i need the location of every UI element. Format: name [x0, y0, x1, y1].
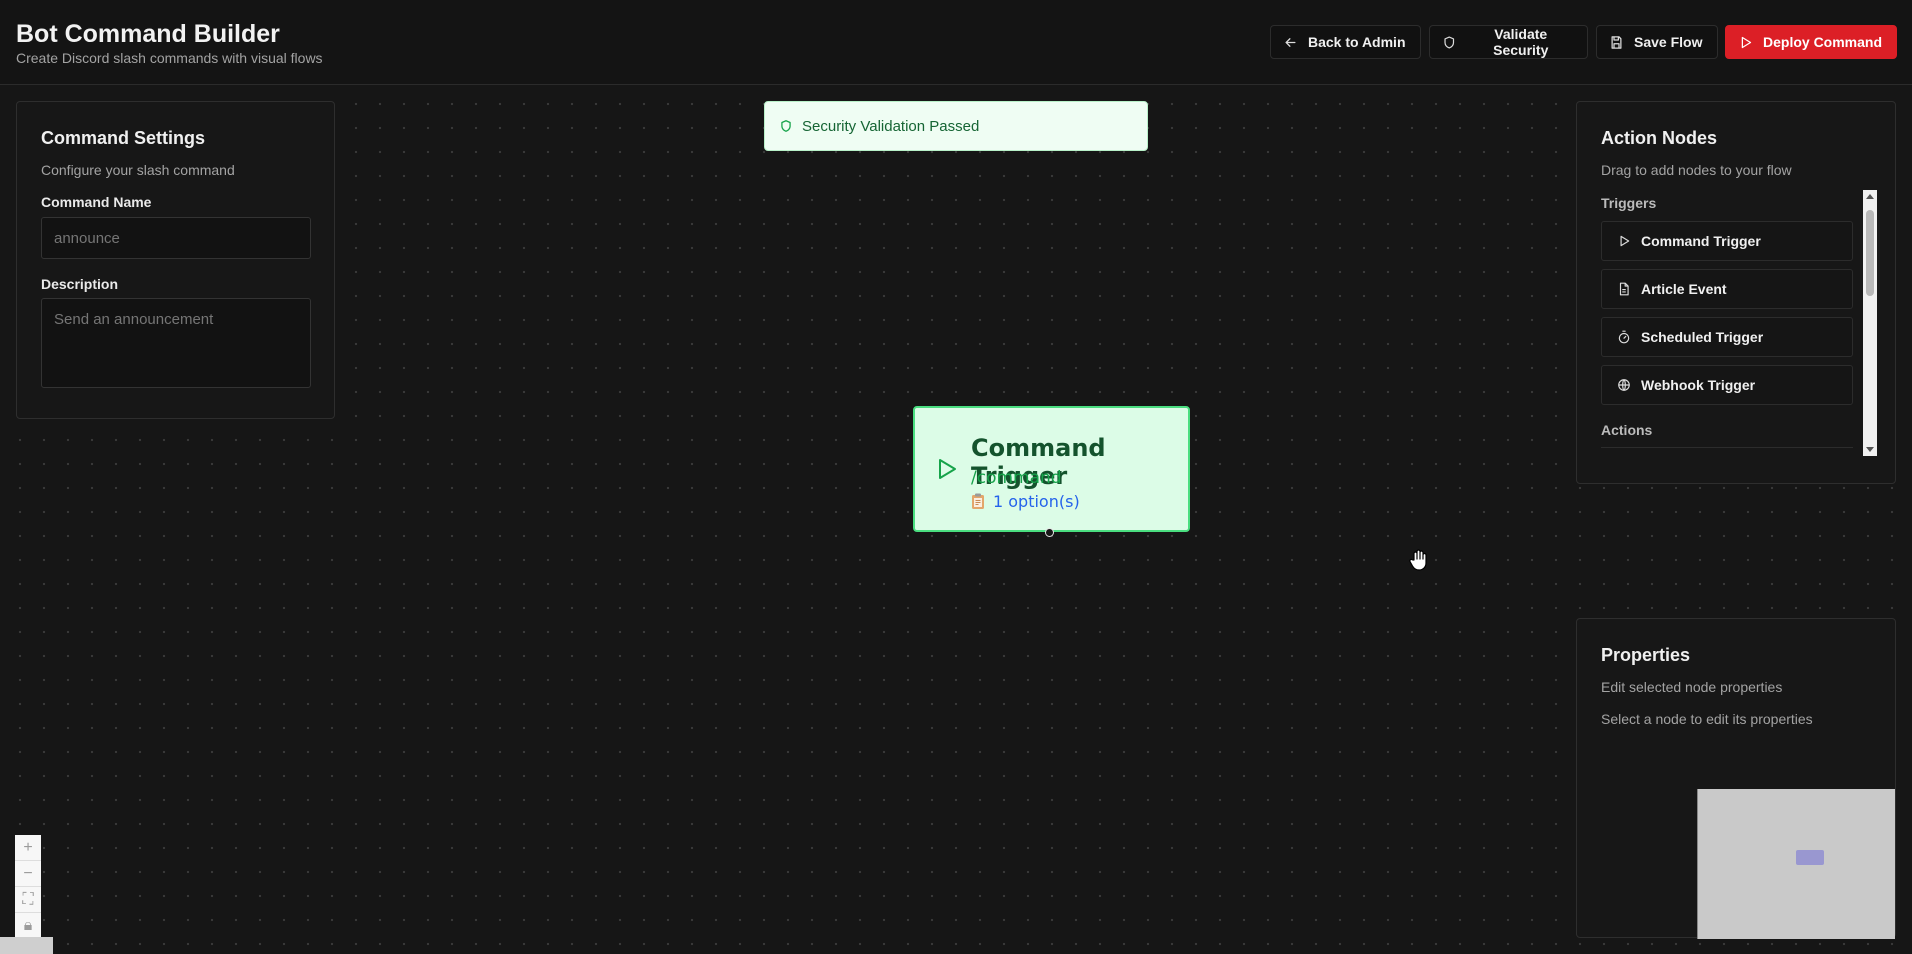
save-flow-label: Save Flow [1634, 34, 1703, 50]
zoom-out-icon[interactable]: − [15, 861, 41, 887]
back-to-admin-button[interactable]: Back to Admin [1270, 25, 1421, 59]
clipboard-icon [972, 493, 984, 509]
deploy-command-button[interactable]: Deploy Command [1725, 25, 1897, 59]
command-settings-subtitle: Configure your slash command [41, 162, 235, 178]
palette-item-command-trigger[interactable]: Command Trigger [1601, 221, 1853, 261]
deploy-command-label: Deploy Command [1763, 34, 1883, 50]
minimap[interactable] [1697, 789, 1895, 939]
shield-check-icon [781, 120, 791, 132]
zoom-in-icon[interactable]: + [15, 835, 41, 861]
play-icon [1741, 36, 1752, 48]
fit-view-icon[interactable]: ⛶ [15, 887, 41, 913]
page-subtitle: Create Discord slash commands with visua… [16, 50, 323, 66]
properties-subtitle: Edit selected node properties [1601, 679, 1783, 695]
validate-security-label: Validate Security [1493, 26, 1549, 58]
save-icon [1611, 35, 1622, 49]
palette-item-article-event[interactable]: Article Event [1601, 269, 1853, 309]
lock-icon[interactable]: 🔒︎ [15, 913, 41, 939]
palette-item-scheduled-trigger[interactable]: Scheduled Trigger [1601, 317, 1853, 357]
arrow-left-icon [1285, 37, 1296, 47]
minimap-node [1796, 850, 1824, 865]
actions-group-label: Actions [1601, 422, 1653, 438]
command-name-label: Command Name [41, 194, 152, 210]
description-input[interactable] [41, 298, 311, 388]
node-command: /command [971, 468, 1062, 488]
grab-cursor-icon [1409, 549, 1427, 571]
attribution-badge [0, 937, 53, 954]
palette-item-label: Scheduled Trigger [1641, 329, 1764, 345]
command-trigger-node[interactable]: Command Trigger /command 1 option(s) [913, 406, 1190, 532]
toast-message: Security Validation Passed [802, 117, 980, 135]
play-icon [1620, 235, 1630, 247]
palette-item-webhook-trigger[interactable]: Webhook Trigger [1601, 365, 1853, 405]
palette-item-label: Command Trigger [1641, 233, 1761, 249]
validate-security-button[interactable]: Validate Security [1429, 25, 1588, 59]
save-flow-button[interactable]: Save Flow [1596, 25, 1718, 59]
triggers-group-label: Triggers [1601, 195, 1657, 211]
shield-icon [1444, 35, 1455, 49]
action-nodes-title: Action Nodes [1601, 128, 1718, 148]
app-header: Bot Command Builder Create Discord slash… [0, 0, 1912, 85]
properties-title: Properties [1601, 645, 1691, 665]
timer-icon [1618, 330, 1630, 344]
node-options: 1 option(s) [971, 492, 1080, 511]
security-validation-toast: Security Validation Passed [764, 101, 1148, 151]
divider [1601, 447, 1853, 448]
action-nodes-panel: Action Nodes Drag to add nodes to your f… [1576, 101, 1896, 484]
palette-item-label: Article Event [1641, 281, 1727, 297]
properties-empty-message: Select a node to edit its properties [1601, 711, 1813, 727]
palette-item-label: Webhook Trigger [1641, 377, 1756, 393]
action-nodes-subtitle: Drag to add nodes to your flow [1601, 162, 1792, 178]
description-label: Description [41, 276, 119, 292]
file-icon [1619, 282, 1629, 296]
command-settings-title: Command Settings [41, 128, 206, 148]
command-name-input[interactable] [41, 217, 311, 259]
back-to-admin-label: Back to Admin [1308, 34, 1406, 50]
palette-scrollbar[interactable] [1863, 190, 1877, 456]
page-title: Bot Command Builder [16, 20, 280, 48]
globe-icon [1618, 379, 1630, 391]
node-options-label: 1 option(s) [993, 492, 1080, 511]
zoom-controls: + − ⛶ 🔒︎ [15, 835, 41, 939]
play-icon [939, 459, 956, 479]
node-output-handle[interactable] [1045, 528, 1054, 537]
command-settings-panel: Command Settings Configure your slash co… [16, 101, 335, 419]
